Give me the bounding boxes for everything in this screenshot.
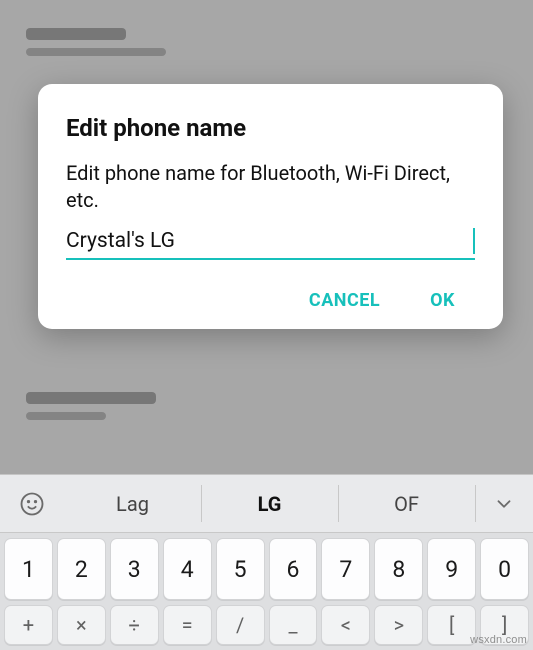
on-screen-keyboard: Lag LG OF 1 2 3 4 5 6 7 8 9 0 + × ÷ = / …	[0, 474, 533, 650]
ok-button[interactable]: OK	[430, 290, 455, 311]
suggestion-row: Lag LG OF	[0, 475, 533, 533]
key-plus[interactable]: +	[4, 605, 53, 645]
key-lbracket[interactable]: [	[427, 605, 476, 645]
dialog-description: Edit phone name for Bluetooth, Wi-Fi Dir…	[66, 160, 475, 214]
key-5[interactable]: 5	[216, 538, 265, 600]
key-equals[interactable]: =	[163, 605, 212, 645]
key-1[interactable]: 1	[4, 538, 53, 600]
key-slash[interactable]: /	[216, 605, 265, 645]
key-0[interactable]: 0	[480, 538, 529, 600]
dialog-title: Edit phone name	[66, 114, 475, 142]
key-gt[interactable]: >	[374, 605, 423, 645]
chevron-down-icon	[493, 493, 515, 515]
number-key-row: 1 2 3 4 5 6 7 8 9 0	[0, 533, 533, 605]
suggestion-2[interactable]: LG	[201, 475, 338, 532]
key-times[interactable]: ×	[57, 605, 106, 645]
key-2[interactable]: 2	[57, 538, 106, 600]
expand-suggestions-button[interactable]	[475, 475, 533, 532]
key-7[interactable]: 7	[321, 538, 370, 600]
operator-key-row: + × ÷ = / _ < > [ ]	[0, 605, 533, 650]
edit-phone-name-dialog: Edit phone name Edit phone name for Blue…	[38, 84, 503, 329]
phone-name-input-wrap[interactable]: Crystal's LG	[66, 228, 475, 260]
phone-name-input[interactable]: Crystal's LG	[66, 229, 471, 253]
key-8[interactable]: 8	[374, 538, 423, 600]
key-9[interactable]: 9	[427, 538, 476, 600]
suggestion-1[interactable]: Lag	[64, 475, 201, 532]
key-underscore[interactable]: _	[269, 605, 318, 645]
key-6[interactable]: 6	[269, 538, 318, 600]
key-4[interactable]: 4	[163, 538, 212, 600]
key-divide[interactable]: ÷	[110, 605, 159, 645]
watermark: wsxdn.com	[470, 634, 527, 646]
text-caret	[473, 228, 475, 254]
key-lt[interactable]: <	[321, 605, 370, 645]
emoji-toggle-icon[interactable]	[0, 475, 64, 532]
cancel-button[interactable]: CANCEL	[309, 290, 380, 311]
suggestion-3[interactable]: OF	[338, 475, 475, 532]
key-3[interactable]: 3	[110, 538, 159, 600]
dialog-actions: CANCEL OK	[66, 284, 475, 311]
